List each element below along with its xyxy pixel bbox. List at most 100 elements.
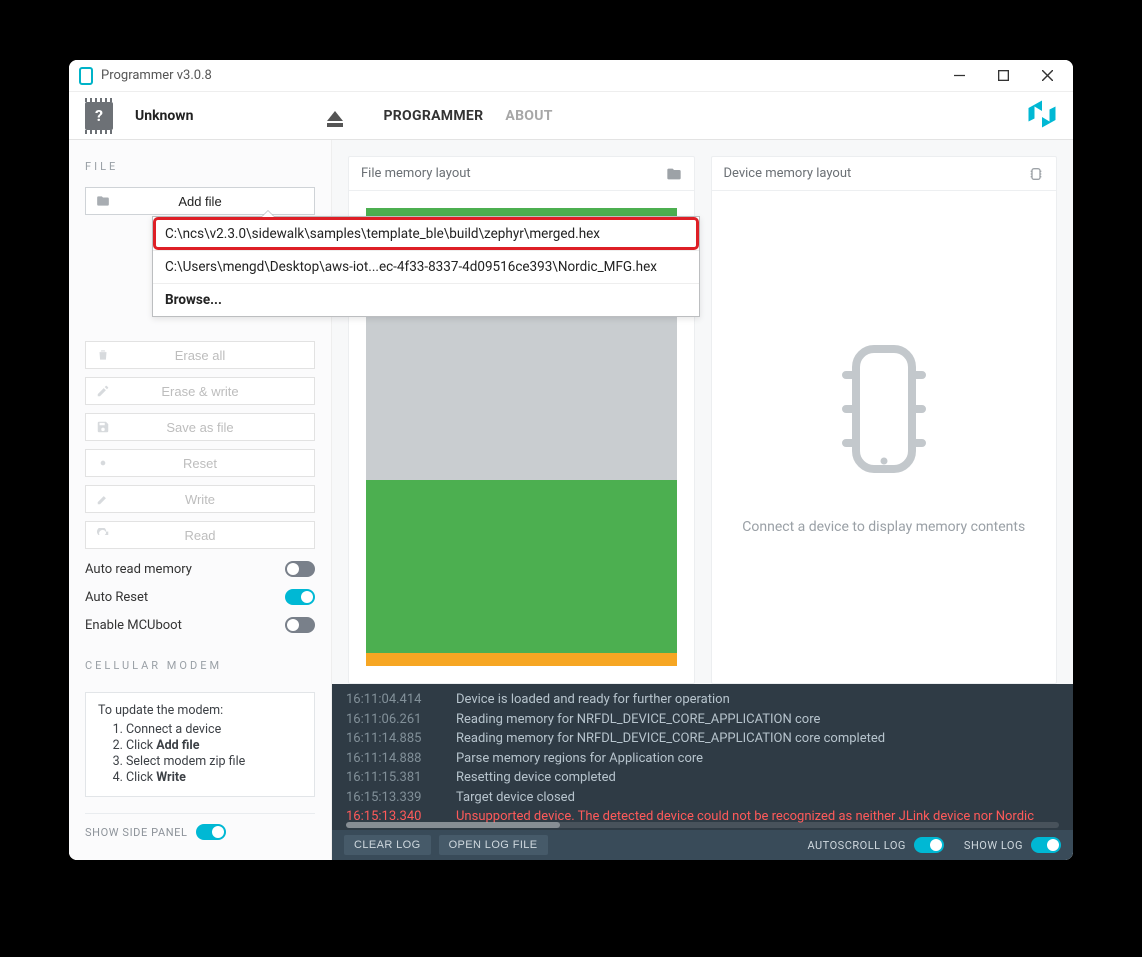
toggle-auto-read-label: Auto read memory [85, 562, 192, 577]
log-message: Reading memory for NRFDL_DEVICE_CORE_APP… [456, 731, 885, 746]
log-message: Device is loaded and ready for further o… [456, 692, 730, 707]
save-as-file-label: Save as file [166, 420, 233, 435]
dot-icon [96, 456, 110, 470]
modem-step-2: Click Add file [126, 738, 302, 753]
toggle-auto-reset[interactable] [285, 589, 315, 605]
device-memory-title: Device memory layout [724, 166, 852, 181]
device-hint: Connect a device to display memory conte… [742, 519, 1025, 535]
toggle-show-log[interactable] [1031, 837, 1061, 853]
footer: CLEAR LOG OPEN LOG FILE AUTOSCROLL LOG S… [332, 830, 1073, 860]
device-chip-icon: ? [85, 102, 113, 130]
tab-about[interactable]: ABOUT [505, 108, 552, 124]
header: ? Unknown PROGRAMMER ABOUT [69, 92, 1073, 140]
log-time: 16:11:06.261 [346, 712, 434, 727]
toggle-mcuboot-label: Enable MCUboot [85, 618, 182, 633]
eject-button[interactable] [327, 111, 343, 121]
window-title: Programmer v3.0.8 [101, 68, 937, 83]
toggle-autoscroll[interactable] [914, 837, 944, 853]
log-line: 16:11:14.888 Parse memory regions for App… [346, 749, 1059, 769]
add-file-label: Add file [178, 194, 221, 209]
folder-icon[interactable] [666, 166, 682, 182]
erase-all-button[interactable]: Erase all [85, 341, 315, 369]
read-button[interactable]: Read [85, 521, 315, 549]
side-panel-label: SHOW SIDE PANEL [85, 826, 188, 839]
erase-write-button[interactable]: Erase & write [85, 377, 315, 405]
log-message: Resetting device completed [456, 770, 616, 785]
file-memory-title: File memory layout [361, 166, 471, 181]
modem-step-1: Connect a device [126, 722, 302, 737]
app-window: Programmer v3.0.8 ? Unknown PROGRAMMER A… [69, 60, 1073, 860]
trash-icon [96, 348, 110, 362]
log-time: 16:15:13.339 [346, 790, 434, 805]
file-section-label: FILE [85, 160, 315, 173]
log-message: Parse memory regions for Application cor… [456, 751, 703, 766]
erase-all-label: Erase all [175, 348, 226, 363]
add-file-dropdown: C:\ncs\v2.3.0\sidewalk\samples\template_… [152, 216, 700, 317]
read-label: Read [184, 528, 215, 543]
toggle-auto-read[interactable] [285, 561, 315, 577]
dropdown-item-recent-0[interactable]: C:\ncs\v2.3.0\sidewalk\samples\template_… [153, 217, 699, 250]
log-time: 16:11:14.888 [346, 751, 434, 766]
log-line: 16:11:15.381 Resetting device completed [346, 768, 1059, 788]
toggle-mcuboot-row: Enable MCUboot [85, 617, 315, 633]
log-time: 16:11:04.414 [346, 692, 434, 707]
device-memory-header: Device memory layout [712, 157, 1057, 191]
refresh-icon [96, 528, 110, 542]
reset-label: Reset [183, 456, 217, 471]
log-line: 16:15:13.339 Target device closed [346, 788, 1059, 808]
eject-icon [327, 111, 343, 121]
close-icon [1042, 70, 1053, 81]
chip-large-icon [834, 339, 934, 483]
erase-write-label: Erase & write [161, 384, 238, 399]
dropdown-item-browse[interactable]: Browse... [153, 283, 699, 316]
show-log-label: SHOW LOG [964, 839, 1023, 852]
tab-programmer[interactable]: PROGRAMMER [383, 108, 483, 124]
memory-segment [366, 653, 677, 666]
modem-intro: To update the modem: [98, 703, 302, 718]
open-log-file-button[interactable]: OPEN LOG FILE [439, 835, 548, 855]
device-memory-body: Connect a device to display memory conte… [712, 191, 1057, 683]
log-line: 16:11:14.885 Reading memory for NRFDL_DEV… [346, 729, 1059, 749]
minimize-icon [954, 70, 965, 81]
save-icon [96, 420, 110, 434]
log-line: 16:11:06.261Reading memory for NRFDL_DEV… [346, 710, 1059, 730]
modem-instructions: To update the modem: Connect a device Cl… [85, 692, 315, 797]
toggle-side-panel[interactable] [196, 824, 226, 840]
log-line: 16:11:04.414 Device is loaded and ready f… [346, 690, 1059, 710]
reset-button[interactable]: Reset [85, 449, 315, 477]
maximize-button[interactable] [981, 61, 1025, 91]
add-file-button[interactable]: Add file [85, 187, 315, 215]
side-panel-toggle-row: SHOW SIDE PANEL [85, 813, 315, 844]
chip-small-icon [1028, 166, 1044, 182]
dropdown-item-recent-1[interactable]: C:\Users\mengd\Desktop\aws-iot...ec-4f33… [153, 250, 699, 283]
autoscroll-row: AUTOSCROLL LOG [807, 837, 943, 853]
titlebar: Programmer v3.0.8 [69, 60, 1073, 92]
write-button[interactable]: Write [85, 485, 315, 513]
clear-log-button[interactable]: CLEAR LOG [344, 835, 431, 855]
log-time: 16:11:14.885 [346, 731, 434, 746]
pencil-icon [96, 384, 110, 398]
show-log-row: SHOW LOG [964, 837, 1061, 853]
log-message: Target device closed [456, 790, 575, 805]
close-button[interactable] [1025, 61, 1069, 91]
log-time: 16:11:15.381 [346, 770, 434, 785]
app-icon [79, 67, 93, 85]
cellular-section-label: CELLULAR MODEM [85, 659, 315, 672]
write-label: Write [185, 492, 215, 507]
minimize-button[interactable] [937, 61, 981, 91]
toggle-auto-reset-label: Auto Reset [85, 590, 148, 605]
nordic-logo-icon [1027, 100, 1057, 132]
modem-step-4: Click Write [126, 770, 302, 785]
pencil-icon [96, 492, 110, 506]
log-panel: 16:11:04.414 Device is loaded and ready f… [332, 684, 1073, 830]
toggle-mcuboot[interactable] [285, 617, 315, 633]
toggle-auto-reset-row: Auto Reset [85, 589, 315, 605]
log-scrollbar[interactable] [346, 822, 1059, 828]
save-as-file-button[interactable]: Save as file [85, 413, 315, 441]
modem-step-3: Select modem zip file [126, 754, 302, 769]
folder-icon [96, 194, 110, 208]
autoscroll-label: AUTOSCROLL LOG [807, 839, 905, 852]
maximize-icon [998, 70, 1009, 81]
device-memory-panel: Device memory layout C [711, 156, 1058, 684]
file-memory-header: File memory layout [349, 157, 694, 191]
